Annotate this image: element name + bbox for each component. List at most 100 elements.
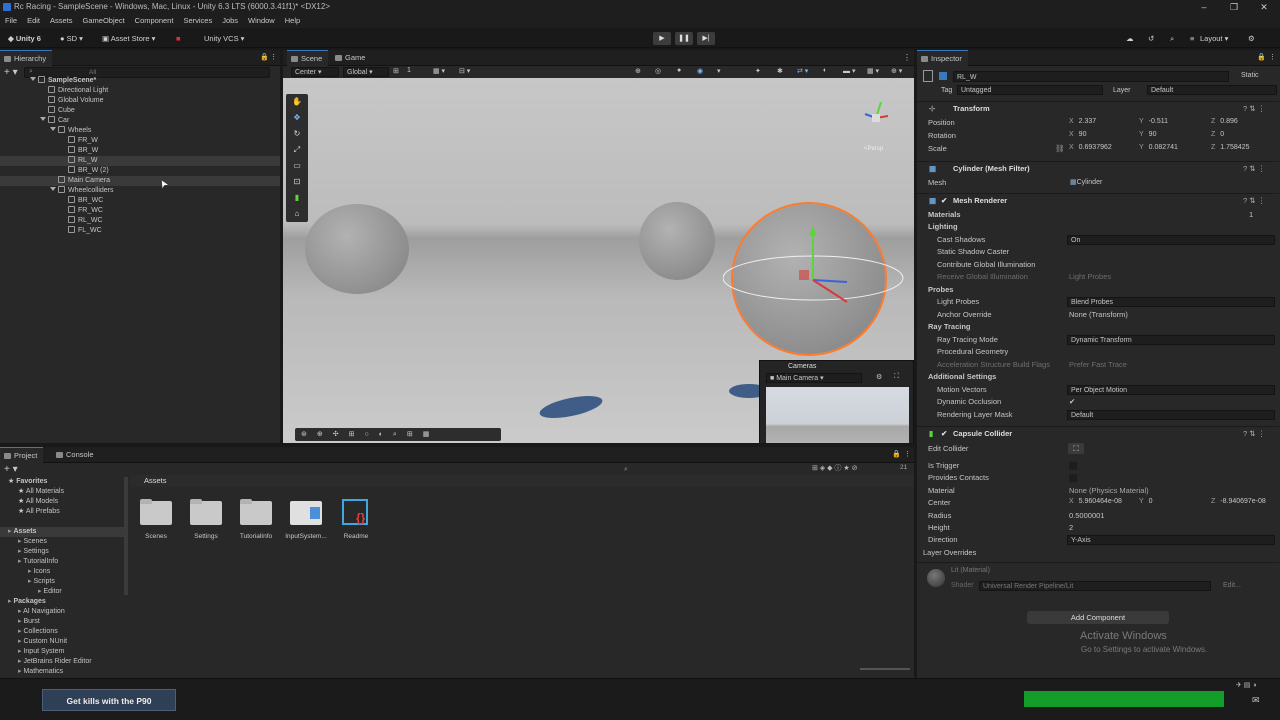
field-value[interactable]: None (Transform) — [1069, 309, 1128, 321]
shader-dropdown[interactable]: Universal Render Pipeline/Lit — [979, 581, 1211, 591]
hierarchy-item[interactable]: BR_W — [0, 146, 280, 156]
asset-folder-item[interactable]: ▸ Settings — [0, 547, 124, 557]
center-z[interactable]: Z -8.940697e-08 — [1211, 497, 1266, 507]
tab-inspector[interactable]: Inspector — [917, 50, 968, 66]
edit-collider-icon[interactable]: ▮ — [286, 190, 308, 206]
favorite-item[interactable]: ★ All Models — [0, 497, 124, 507]
menu-edit[interactable]: Edit — [22, 14, 45, 28]
hierarchy-item[interactable]: BR_WC — [0, 196, 280, 206]
menu-assets[interactable]: Assets — [45, 14, 78, 28]
package-item[interactable]: ▸ Mathematics — [0, 667, 124, 675]
vcs-button[interactable]: Unity VCS ▾ — [200, 32, 248, 45]
maximize-button[interactable]: ❐ — [1219, 0, 1249, 14]
tab-project[interactable]: Project — [0, 447, 44, 463]
lock-icon[interactable]: 🔒 — [1257, 53, 1266, 61]
layer-overrides-row[interactable]: Layer Overrides — [917, 547, 1279, 559]
rotation-z[interactable]: Z0 — [1211, 130, 1224, 140]
gizmo-toggle-icon[interactable]: ⊕ ▾ — [891, 67, 902, 75]
grid-toggle-icon[interactable]: ▦ ▾ — [433, 67, 445, 75]
zoom-slider[interactable] — [860, 668, 910, 670]
capsule-collider-header[interactable]: ▮ ✔ Capsule Collider ? ⇅ ⋮ — [917, 426, 1279, 440]
mesh-renderer-row[interactable]: Lighting — [917, 221, 1279, 233]
link-icon[interactable]: ⛓ — [1055, 143, 1065, 155]
tab-game[interactable]: Game — [331, 50, 371, 66]
physics-material-field[interactable]: None (Physics Material) — [1069, 485, 1149, 497]
menu-services[interactable]: Services — [178, 14, 217, 28]
static-toggle[interactable]: Static — [1241, 72, 1259, 79]
history-icon[interactable]: ↺ — [1144, 32, 1158, 45]
view-tool-icon[interactable]: ✋ — [286, 94, 308, 110]
search-icon[interactable]: ⌕ — [1166, 32, 1178, 45]
asset-store-button[interactable]: ▣ Asset Store ▾ — [98, 32, 159, 45]
bottom-tools-overlay[interactable]: ⊛⊕✣⊞○◐⌕⊞▦ — [295, 428, 501, 441]
position-y[interactable]: Y -0.511 — [1139, 117, 1168, 127]
package-item[interactable]: ▸ JetBrains Rider Editor — [0, 657, 124, 667]
mesh-renderer-row[interactable]: Ray Tracing — [917, 321, 1279, 333]
visibility-icon[interactable]: ◐ — [823, 67, 827, 74]
close-button[interactable]: ✕ — [1249, 0, 1279, 14]
menu-window[interactable]: Window — [243, 14, 280, 28]
scene-viewport[interactable]: <Persp ✋ ✥ ↻ ⤢ ▭ ⊡ ▮ ⌂ ⊛⊕✣⊞○◐⌕⊞▦ Cameras… — [283, 78, 914, 443]
transform-gizmo[interactable] — [723, 218, 913, 338]
enabled-checkbox[interactable]: ✔ — [941, 194, 947, 208]
gizmos-icon[interactable]: ▦ ▾ — [867, 67, 879, 75]
rotation-y[interactable]: Y 90 — [1139, 130, 1156, 140]
draw-mode-icon[interactable]: ⊕ — [635, 67, 641, 75]
camera-expand-icon[interactable]: ⛶ — [894, 373, 899, 381]
grid-snap-value[interactable]: 1 — [407, 67, 411, 74]
snap-increment-icon[interactable]: ⊟ ▾ — [459, 67, 470, 75]
play-button[interactable]: ▶ — [653, 32, 671, 45]
expand-arrow-icon[interactable] — [50, 187, 56, 191]
hierarchy-item[interactable]: Wheelcolliders — [0, 186, 280, 196]
tray-icons[interactable]: ✈ ▤ ◑ — [1236, 681, 1257, 689]
shaded-icon[interactable]: ● — [677, 67, 681, 74]
tab-hierarchy[interactable]: Hierarchy — [0, 50, 53, 66]
tab-console[interactable]: Console — [52, 447, 100, 463]
scale-tool-icon[interactable]: ⤢ — [286, 142, 308, 158]
lock-icon[interactable]: 🔒 — [260, 53, 269, 61]
materials-count[interactable]: 1 — [1249, 209, 1253, 221]
hierarchy-item[interactable]: Main Camera — [0, 176, 280, 186]
add-component-button[interactable]: Add Component — [1027, 611, 1169, 624]
grid-snap-icon[interactable]: ⊞ — [393, 67, 399, 75]
scale-z[interactable]: Z 1.758425 — [1211, 143, 1249, 153]
favorite-item[interactable]: ★ All Materials — [0, 487, 124, 497]
package-item[interactable]: ▸ Input System — [0, 647, 124, 657]
hierarchy-item[interactable]: RL_W — [0, 156, 280, 166]
2d-toggle-icon[interactable]: ▾ — [717, 67, 721, 75]
asset-folder-item[interactable]: ▸ Scripts — [0, 577, 124, 587]
hierarchy-item[interactable]: Global Volume — [0, 96, 280, 106]
panel-menu-icon[interactable]: ⋮ — [1269, 53, 1276, 61]
center-y[interactable]: Y0 — [1139, 497, 1153, 507]
rotate-tool-icon[interactable]: ↻ — [286, 126, 308, 142]
hierarchy-item[interactable]: BR_W (2) — [0, 166, 280, 176]
favorites-section[interactable]: ★ Favorites — [0, 477, 124, 487]
wireframe-icon[interactable]: ◎ — [655, 67, 661, 75]
panel-menu-icon[interactable]: ⋮ — [904, 450, 911, 458]
camera-settings-icon[interactable]: ⚙ — [876, 373, 882, 381]
assets-root[interactable]: ▸ Assets — [0, 527, 124, 537]
rect-tool-icon[interactable]: ▭ — [286, 158, 308, 174]
expand-arrow-icon[interactable] — [30, 77, 36, 81]
menu-help[interactable]: Help — [280, 14, 305, 28]
filter-icons[interactable]: ⊞ ◈ ◆ ⓘ ★ ⊘ — [812, 463, 858, 473]
asset-folder-item[interactable]: ▸ TutorialInfo — [0, 557, 124, 567]
field-value[interactable]: Default — [1067, 410, 1275, 420]
wheel-sphere-1[interactable] — [305, 204, 409, 294]
orientation-gizmo[interactable] — [861, 94, 891, 134]
asset-folder-item[interactable]: ▸ Scenes — [0, 537, 124, 547]
effects-toggle-icon[interactable]: ⇄ ▾ — [797, 67, 808, 75]
layer-dropdown[interactable]: Default — [1147, 85, 1277, 95]
field-value[interactable]: Dynamic Transform — [1067, 335, 1275, 345]
edit-collider-button[interactable]: ⛶ — [1068, 443, 1084, 454]
radius-field[interactable]: 0.5000001 — [1069, 510, 1104, 522]
package-item[interactable]: ▸ AI Navigation — [0, 607, 124, 617]
camera-select-dropdown[interactable]: ■ Main Camera ▾ — [766, 373, 862, 383]
scale-x[interactable]: X 0.6937962 — [1069, 143, 1112, 153]
direction-dropdown[interactable]: Y-Axis — [1067, 535, 1275, 545]
mesh-renderer-row[interactable]: Materials 1 — [917, 209, 1279, 221]
mesh-renderer-header[interactable]: ▦ ✔ Mesh Renderer ? ⇅ ⋮ — [917, 193, 1279, 207]
layout-dropdown[interactable]: Layout ▾ — [1196, 32, 1232, 45]
user-button[interactable]: ● SD ▾ — [56, 32, 87, 45]
tag-dropdown[interactable]: Untagged — [957, 85, 1103, 95]
